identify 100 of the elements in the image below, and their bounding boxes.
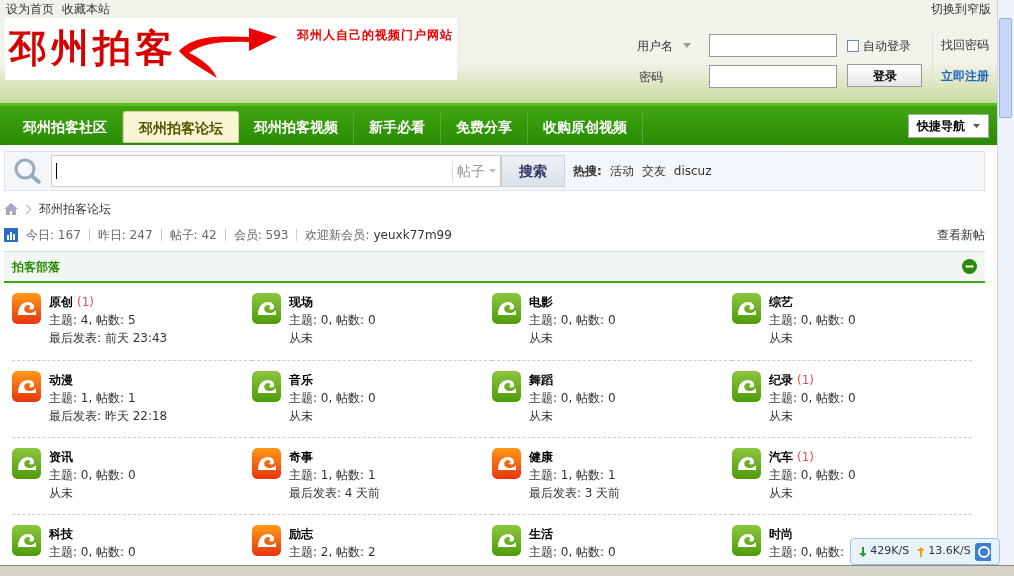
forum-stats: 主题: 0, 帖数: 0: [529, 544, 616, 561]
upload-arrow-icon: [917, 546, 925, 557]
nav-tab[interactable]: 邳州拍客视频: [239, 111, 354, 143]
stat-text: 今日: 167: [26, 227, 81, 244]
last-post: 最后发表: 3 天前: [529, 485, 621, 502]
forum-stats: 主题: 0, 帖数:: [769, 544, 845, 561]
username-field[interactable]: [709, 34, 837, 57]
last-post: 最后发表: 4 天前: [289, 485, 381, 502]
browser-icon[interactable]: [974, 542, 991, 561]
new-posts-forum-icon[interactable]: [12, 293, 41, 324]
stat-text: 帖子: 42: [169, 227, 217, 244]
forum-stats: 主题: 0, 帖数: 0: [49, 467, 136, 484]
password-field[interactable]: [709, 65, 837, 88]
section-title: 拍客部落: [12, 258, 60, 276]
forum-name[interactable]: 奇事: [289, 448, 313, 466]
hot-search-link[interactable]: 交友: [641, 162, 666, 180]
quick-nav-button[interactable]: 快捷导航: [908, 114, 989, 138]
hot-search-link[interactable]: 活动: [609, 162, 634, 180]
hot-search-link[interactable]: discuz: [673, 162, 712, 180]
login-button[interactable]: 登录: [847, 64, 922, 87]
forum-stats: 主题: 0, 帖数: 0: [769, 312, 856, 329]
new-posts-forum-icon[interactable]: [12, 371, 41, 402]
forum-icon[interactable]: [252, 293, 281, 324]
forum-icon[interactable]: [252, 371, 281, 402]
forum-icon[interactable]: [732, 293, 761, 324]
forum-icon[interactable]: [12, 525, 41, 556]
forum-name[interactable]: 生活: [529, 525, 553, 543]
forum-name[interactable]: 综艺: [769, 293, 793, 311]
nav-tab[interactable]: 收购原创视频: [528, 111, 643, 143]
dropdown-caret-icon[interactable]: [973, 124, 980, 128]
forum-stats: 主题: 1, 帖数: 1: [529, 467, 617, 484]
forum-name[interactable]: 科技: [49, 525, 73, 543]
forum-name[interactable]: 纪录: [769, 371, 793, 389]
download-speed: 429K/S: [870, 543, 910, 560]
forum-stats: 主题: 4, 帖数: 5: [49, 312, 137, 329]
forum-name[interactable]: 动漫: [49, 371, 73, 389]
new-posts-forum-icon[interactable]: [252, 448, 281, 479]
welcome-label: 欢迎新会员:: [305, 227, 370, 244]
forum-stats: 主题: 0, 帖数: 0: [529, 312, 616, 329]
forum-icon[interactable]: [492, 525, 521, 556]
last-post: 从未: [769, 330, 794, 347]
nav-tab[interactable]: 免费分享: [441, 111, 528, 143]
forum-stats: 主题: 0, 帖数: 0: [769, 390, 856, 407]
new-post-count: (1): [797, 372, 814, 389]
nav-tab[interactable]: 邳州拍客论坛: [123, 111, 239, 143]
download-arrow-icon: [859, 546, 867, 557]
forum-name[interactable]: 健康: [529, 448, 553, 466]
new-posts-link[interactable]: 查看新帖: [937, 226, 985, 244]
forum-name[interactable]: 原创: [49, 293, 73, 311]
breadcrumb-link[interactable]: 邳州拍客论坛: [39, 200, 111, 218]
logo-title: 邳州拍客: [9, 24, 177, 72]
forum-stats: 主题: 2, 帖数: 2: [289, 544, 376, 561]
site-logo[interactable]: 邳州拍客 邳州人自己的视频门户网站: [5, 18, 457, 80]
top-link[interactable]: 设为首页: [6, 0, 54, 18]
forum-stats: 主题: 0, 帖数: 0: [49, 544, 136, 561]
logo-slogan: 邳州人自己的视频门户网站: [297, 27, 453, 44]
forum-name[interactable]: 现场: [289, 293, 313, 311]
forum-icon[interactable]: [732, 448, 761, 479]
home-icon[interactable]: [4, 203, 18, 215]
forum-name[interactable]: 汽车: [769, 448, 793, 466]
upload-speed: 13.6K/S: [928, 543, 971, 560]
forum-name[interactable]: 电影: [529, 293, 553, 311]
forum-stats: 主题: 0, 帖数: 0: [289, 390, 376, 407]
forgot-password-link[interactable]: 找回密码: [941, 38, 989, 52]
forum-name[interactable]: 音乐: [289, 371, 313, 389]
forum-icon[interactable]: [732, 371, 761, 402]
last-post: 从未: [289, 408, 314, 425]
auto-login-label: 自动登录: [863, 37, 911, 55]
last-post: 从未: [529, 408, 554, 425]
chevron-icon: [26, 204, 31, 214]
scrollbar[interactable]: [997, 0, 1014, 565]
forum-name[interactable]: 舞蹈: [529, 371, 553, 389]
forum-stats: 主题: 1, 帖数: 1: [289, 467, 377, 484]
forum-icon[interactable]: [732, 525, 761, 556]
register-link[interactable]: 立即注册: [941, 69, 989, 83]
search-button[interactable]: 搜索: [501, 155, 565, 187]
username-label: 用户名: [637, 37, 673, 55]
auto-login-checkbox[interactable]: [847, 39, 859, 52]
new-posts-forum-icon[interactable]: [492, 448, 521, 479]
forum-name[interactable]: 资讯: [49, 448, 73, 466]
top-link[interactable]: 收藏本站: [62, 0, 110, 18]
forum-icon[interactable]: [492, 293, 521, 324]
new-posts-forum-icon[interactable]: [252, 525, 281, 556]
forum-icon[interactable]: [492, 371, 521, 402]
password-label: 密码: [639, 68, 663, 86]
new-member-link[interactable]: yeuxk77m99: [373, 226, 452, 244]
switch-width-link[interactable]: 切换到窄版: [931, 0, 991, 18]
forum-icon[interactable]: [12, 448, 41, 479]
last-post: 从未: [49, 485, 74, 502]
forum-name[interactable]: 时尚: [769, 525, 793, 543]
last-post: 从未: [769, 485, 794, 502]
last-post: 从未: [769, 408, 794, 425]
search-icon: [13, 157, 43, 185]
forum-stats: 主题: 1, 帖数: 1: [49, 390, 137, 407]
forum-name[interactable]: 励志: [289, 525, 313, 543]
last-post: 从未: [289, 330, 314, 347]
collapse-icon[interactable]: [962, 259, 977, 274]
last-post: 从未: [529, 330, 554, 347]
last-post: 最后发表: 昨天 22:18: [49, 408, 168, 425]
nav-tab[interactable]: 新手必看: [354, 111, 441, 143]
